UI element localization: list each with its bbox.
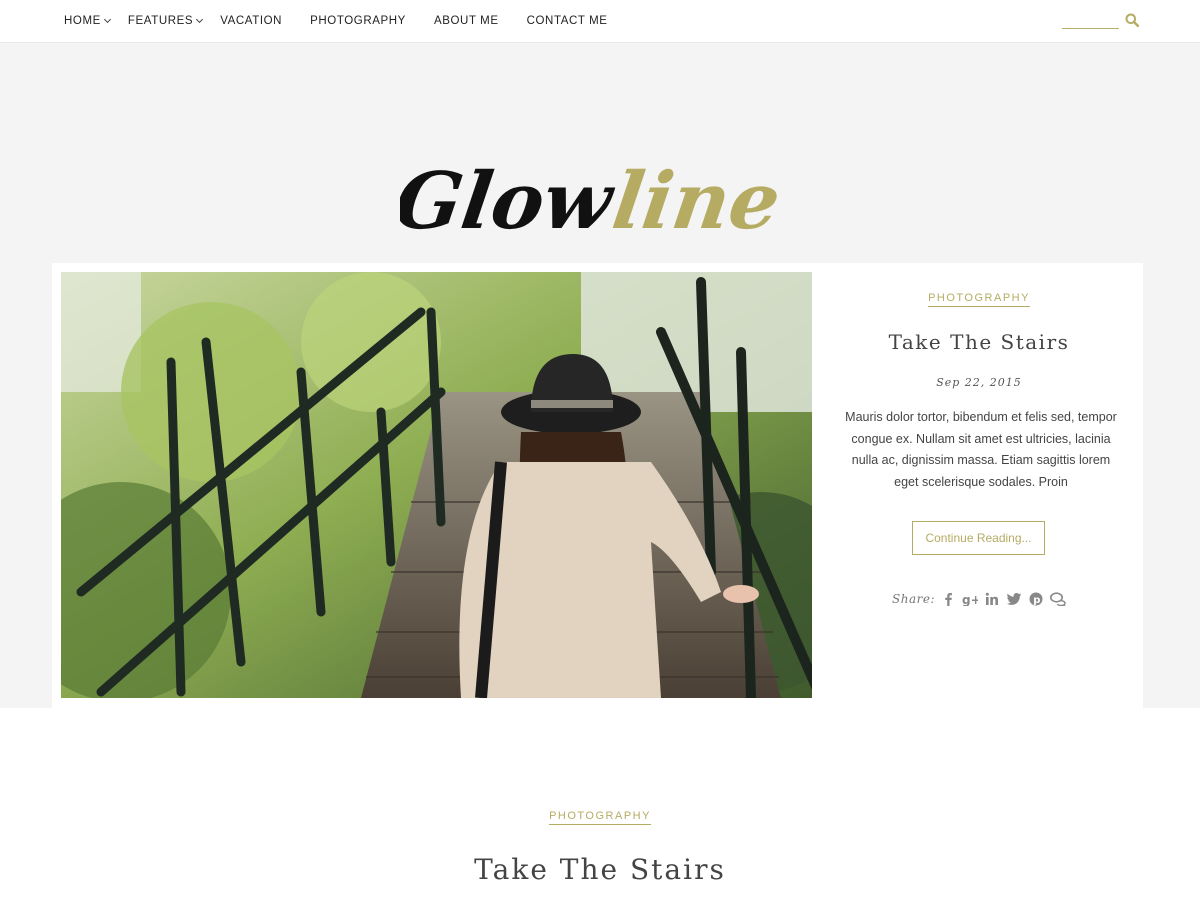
top-navigation-bar: HOME FEATURES VACATION PHOTOGRAPHY ABOUT… [0,0,1200,43]
post-excerpt: Mauris dolor tortor, bibendum et felis s… [845,410,1117,489]
nav-item-photography[interactable]: PHOTOGRAPHY [310,15,406,27]
nav-item-label: PHOTOGRAPHY [310,15,406,27]
post-title[interactable]: Take The Stairs [834,330,1124,354]
nav-item-label: ABOUT ME [433,15,499,27]
search-icon[interactable] [1125,13,1140,28]
chevron-down-icon [196,15,204,24]
nav-item-home[interactable]: HOME [64,15,111,27]
post-category-link[interactable]: PHOTOGRAPHY [928,292,1030,307]
comment-icon[interactable] [1050,590,1067,607]
search-input[interactable] [1062,11,1119,29]
post-date: Sep 22, 2015 [936,376,1022,389]
logo-text-line: line [607,155,785,247]
facebook-icon[interactable] [940,590,957,607]
twitter-icon[interactable] [1006,590,1023,607]
post-title[interactable]: Take The Stairs [0,853,1200,886]
continue-reading-button[interactable]: Continue Reading... [912,521,1045,555]
logo-text-glow: Glow [400,155,620,247]
nav-item-label: HOME [64,15,101,27]
share-label: Share: [892,591,935,606]
chevron-down-icon [103,15,111,24]
share-bar: Share: g+ p [892,590,1072,607]
svg-text:p: p [1034,595,1041,606]
pinterest-icon[interactable]: p [1028,590,1045,607]
featured-post-summary: PHOTOGRAPHY Take The Stairs Sep 22, 2015… [834,263,1124,708]
search-box [1062,11,1142,31]
nav-item-label: VACATION [220,15,283,27]
google-plus-icon[interactable]: g+ [962,590,979,607]
post-category-link[interactable]: PHOTOGRAPHY [549,810,651,825]
featured-post-card: PHOTOGRAPHY Take The Stairs Sep 22, 2015… [52,263,1143,708]
nav-item-vacation[interactable]: VACATION [220,15,282,27]
featured-post-image[interactable] [61,272,812,698]
nav-item-label: FEATURES [127,15,194,27]
nav-item-contact-me[interactable]: CONTACT ME [527,15,608,27]
main-menu: HOME FEATURES VACATION PHOTOGRAPHY ABOUT… [64,0,636,42]
nav-item-about-me[interactable]: ABOUT ME [434,15,499,27]
nav-item-features[interactable]: FEATURES [127,15,204,27]
nav-item-label: CONTACT ME [526,15,608,27]
site-logo[interactable]: Glow line [389,143,800,263]
svg-text:g+: g+ [962,593,978,606]
linkedin-icon[interactable] [984,590,1001,607]
